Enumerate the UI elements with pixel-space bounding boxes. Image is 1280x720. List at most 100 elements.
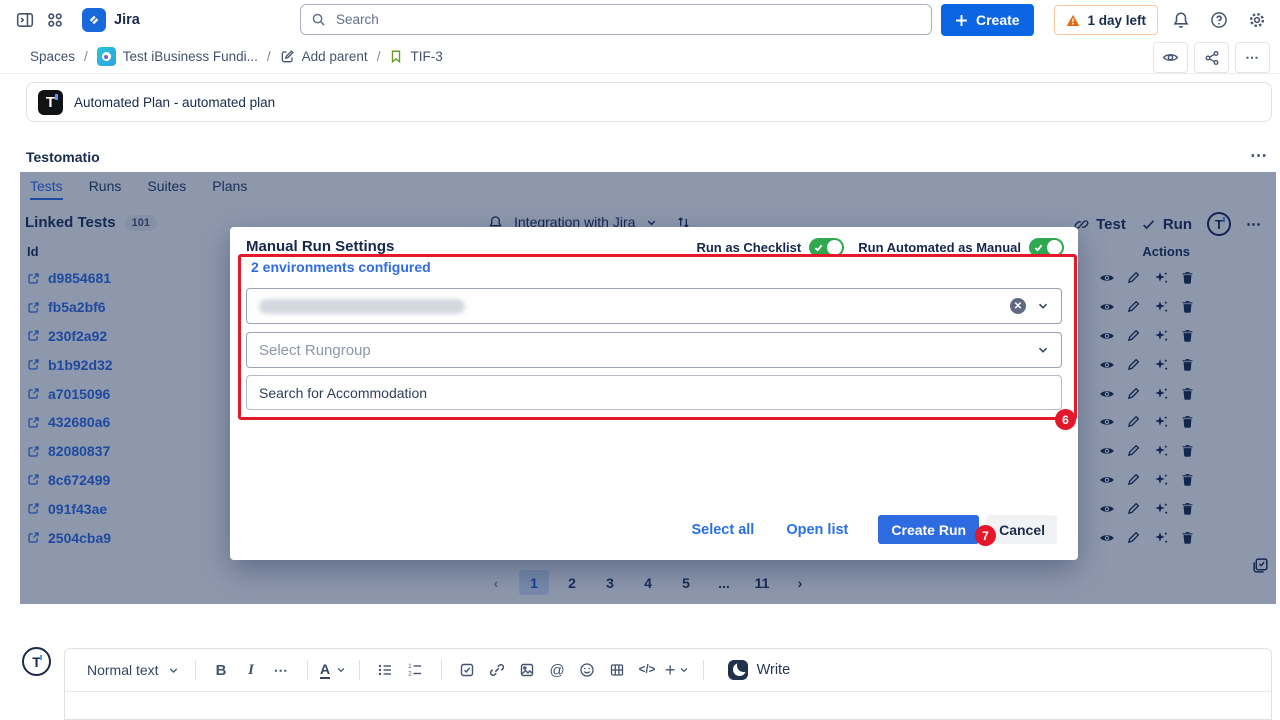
- text-style-dropdown[interactable]: Normal text: [87, 662, 179, 678]
- bullet-list-button[interactable]: [372, 656, 399, 684]
- write-ai-label: Write: [757, 662, 791, 678]
- settings-gear-icon[interactable]: [1242, 5, 1272, 35]
- open-list-link[interactable]: Open list: [786, 522, 848, 538]
- write-ai-button[interactable]: Write: [728, 660, 791, 680]
- edit-icon: [280, 49, 295, 64]
- testomatio-logo-letter: T: [46, 94, 55, 111]
- share-button[interactable]: [1194, 42, 1229, 73]
- widget-heading: Testomatio: [26, 149, 100, 165]
- breadcrumb-spaces-label: Spaces: [30, 49, 75, 64]
- image-button[interactable]: [514, 656, 541, 684]
- code-block-button[interactable]: </>: [634, 656, 661, 684]
- create-run-button[interactable]: Create Run: [878, 515, 979, 544]
- comment-editor: Normal text B I ⋯ A 12 @: [64, 648, 1272, 720]
- add-parent-label: Add parent: [302, 49, 368, 64]
- task-checkbox-button[interactable]: [454, 656, 481, 684]
- chevron-down-icon: [168, 665, 179, 676]
- search-input[interactable]: [334, 11, 921, 28]
- editor-toolbar: Normal text B I ⋯ A 12 @: [65, 649, 1271, 692]
- run-as-checklist-toggle[interactable]: [809, 238, 844, 257]
- global-search[interactable]: [300, 4, 932, 35]
- chevron-down-icon: [1037, 300, 1049, 312]
- emoji-button[interactable]: [574, 656, 601, 684]
- more-actions-button[interactable]: ⋯: [1235, 42, 1270, 73]
- comment-input-area[interactable]: [65, 692, 1271, 720]
- app-title: Jira: [114, 12, 140, 28]
- modal-footer: Select all Open list Create Run Cancel: [691, 515, 1057, 544]
- insert-more-button[interactable]: +: [664, 656, 691, 684]
- annotation-step-6-badge: 6: [1055, 409, 1076, 430]
- environment-select[interactable]: ✕: [246, 288, 1062, 324]
- italic-button[interactable]: I: [238, 656, 265, 684]
- table-button[interactable]: [604, 656, 631, 684]
- chevron-down-icon: [336, 665, 346, 675]
- chevron-down-icon: [1037, 344, 1049, 356]
- accommodation-search-value: Search for Accommodation: [259, 385, 427, 401]
- run-as-checklist-label: Run as Checklist: [696, 240, 801, 255]
- text-style-label: Normal text: [87, 662, 159, 678]
- smart-link-card[interactable]: T Automated Plan - automated plan: [26, 82, 1272, 122]
- breadcrumb-separator: /: [377, 49, 381, 64]
- breadcrumb-page-link[interactable]: TIF-3: [389, 49, 442, 64]
- notifications-icon[interactable]: [1166, 5, 1196, 35]
- smart-link-title: Automated Plan - automated plan: [74, 95, 275, 110]
- add-parent-button[interactable]: Add parent: [280, 49, 368, 64]
- svg-text:2: 2: [408, 672, 412, 678]
- sidebar-toggle-icon[interactable]: [10, 5, 40, 35]
- bold-button[interactable]: B: [208, 656, 235, 684]
- manual-run-settings-modal: Manual Run Settings Run as Checklist Run…: [230, 227, 1078, 560]
- help-icon[interactable]: [1204, 5, 1234, 35]
- environments-configured-link[interactable]: 2 environments configured: [251, 259, 431, 275]
- mention-button[interactable]: @: [544, 656, 571, 684]
- chevron-down-icon: [679, 665, 689, 675]
- check-icon: [1034, 243, 1043, 252]
- select-all-link[interactable]: Select all: [691, 522, 754, 538]
- breadcrumb-separator: /: [267, 49, 271, 64]
- redacted-environment-value: [259, 299, 465, 314]
- cancel-button[interactable]: Cancel: [987, 515, 1057, 544]
- write-ai-icon: [728, 660, 748, 680]
- breadcrumb-spaces[interactable]: Spaces: [30, 49, 75, 64]
- breadcrumb-space-link[interactable]: Test iBusiness Fundi...: [97, 47, 258, 66]
- warning-icon: [1066, 14, 1080, 27]
- topbar-right: 1 day left: [1054, 4, 1272, 36]
- breadcrumb-page-label: TIF-3: [410, 49, 442, 64]
- modal-title: Manual Run Settings: [246, 238, 394, 255]
- accommodation-search-input[interactable]: Search for Accommodation: [246, 375, 1062, 410]
- run-automated-as-manual-toggle[interactable]: [1029, 238, 1064, 257]
- eye-icon: [1162, 49, 1179, 66]
- link-button[interactable]: [484, 656, 511, 684]
- create-button[interactable]: Create: [941, 4, 1034, 36]
- trial-badge[interactable]: 1 day left: [1054, 5, 1158, 35]
- watch-button[interactable]: [1153, 42, 1188, 73]
- create-button-label: Create: [976, 12, 1020, 28]
- app-switcher-icon[interactable]: [40, 5, 70, 35]
- bookmark-icon: [389, 49, 403, 64]
- breadcrumb-separator: /: [84, 49, 88, 64]
- trial-badge-label: 1 day left: [1087, 13, 1146, 28]
- numbered-list-button[interactable]: 12: [402, 656, 429, 684]
- widget-more-options-icon[interactable]: ⋯: [1250, 146, 1268, 166]
- check-icon: [814, 243, 823, 252]
- run-automated-as-manual-label: Run Automated as Manual: [858, 240, 1021, 255]
- text-color-button[interactable]: A: [320, 656, 347, 684]
- rungroup-select[interactable]: Select Rungroup: [246, 332, 1062, 368]
- run-as-checklist-toggle-group: Run as Checklist: [696, 238, 844, 257]
- run-automated-as-manual-toggle-group: Run Automated as Manual: [858, 238, 1064, 257]
- rungroup-placeholder: Select Rungroup: [259, 342, 371, 359]
- clear-selection-icon[interactable]: ✕: [1010, 298, 1026, 314]
- search-icon: [311, 12, 326, 27]
- more-formatting-icon[interactable]: ⋯: [268, 656, 295, 684]
- text-color-letter: A: [320, 661, 330, 679]
- breadcrumb: Spaces / Test iBusiness Fundi... / Add p…: [0, 40, 1280, 74]
- top-navigation-bar: Jira Create 1 day left: [0, 0, 1280, 40]
- plus-icon: +: [665, 660, 676, 681]
- jira-logo[interactable]: [82, 8, 106, 32]
- annotation-step-7-badge: 7: [975, 525, 996, 546]
- page-actions: ⋯: [1153, 42, 1270, 73]
- testomatio-comment-logo: T: [22, 647, 51, 676]
- svg-text:1: 1: [408, 664, 412, 670]
- share-icon: [1204, 50, 1220, 66]
- modal-toggles: Run as Checklist Run Automated as Manual: [696, 238, 1064, 257]
- testomatio-logo: T: [38, 90, 63, 115]
